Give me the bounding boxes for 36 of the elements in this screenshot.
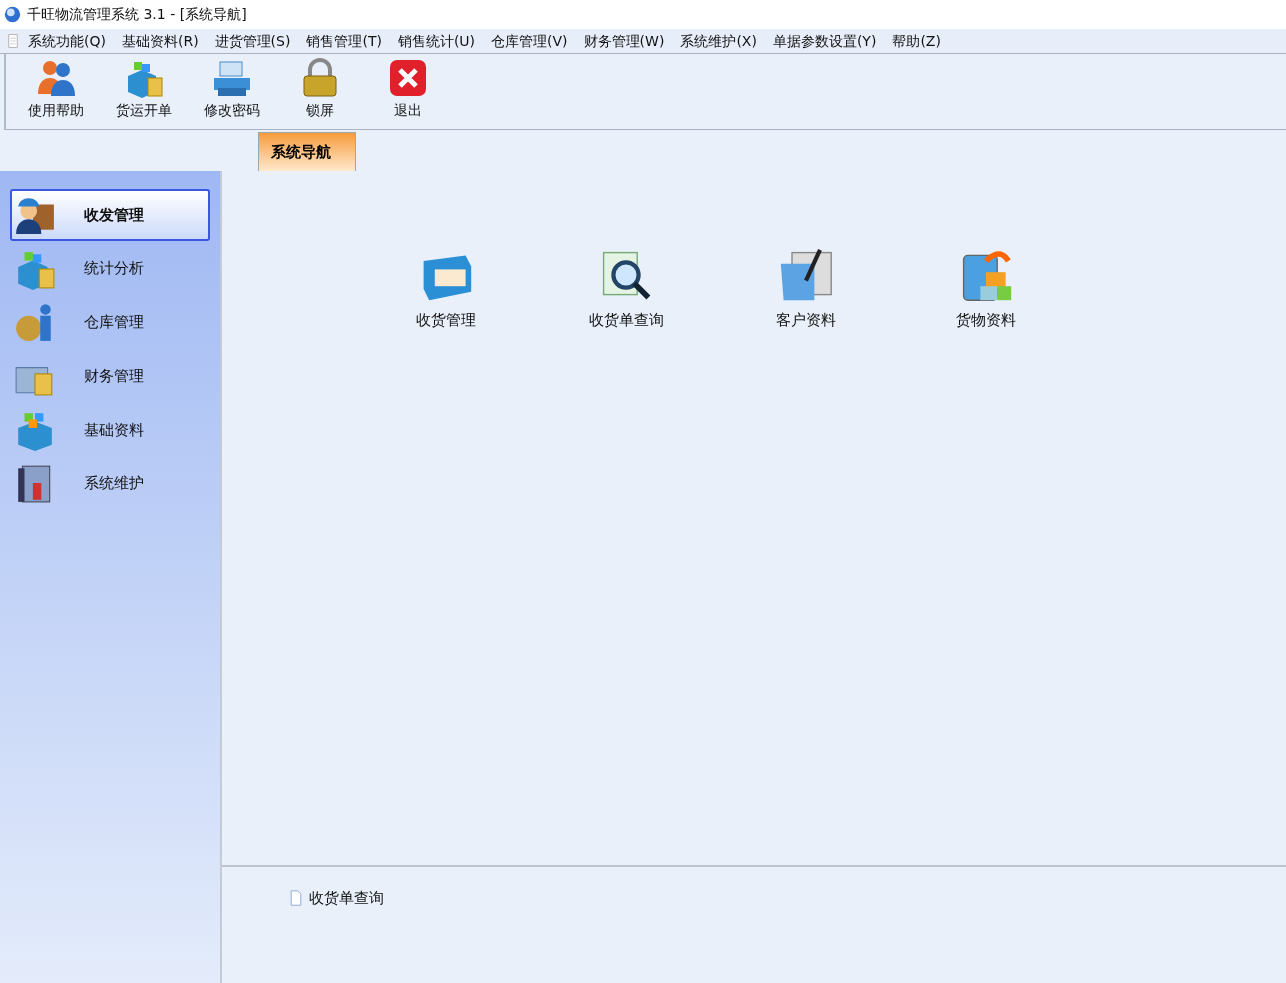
document-icon [288, 889, 304, 908]
toolbar-button[interactable]: 锁屏 [276, 58, 364, 121]
people-icon [36, 58, 76, 98]
menu-item[interactable]: 销售统计(U) [389, 30, 484, 52]
menu-item[interactable]: 系统功能(Q) [20, 30, 114, 52]
module-shortcut[interactable]: 客户资料 [716, 247, 896, 332]
sidebar-item[interactable]: 仓库管理 [10, 296, 210, 349]
menu-item[interactable]: 基础资料(R) [113, 30, 207, 52]
sidebar-item[interactable]: 系统维护 [10, 457, 210, 510]
close-icon [388, 58, 428, 98]
sidebar-item[interactable]: 收发管理 [10, 189, 210, 241]
app-logo-icon [4, 6, 21, 23]
menu-item[interactable]: 进货管理(S) [206, 30, 299, 52]
menu-item[interactable]: 销售管理(T) [298, 30, 390, 52]
notepad-pen-icon [778, 247, 834, 303]
toolbar-button[interactable]: 修改密码 [188, 58, 276, 121]
recent-link[interactable]: 收货单查询 [288, 887, 384, 910]
menu-item[interactable]: 帮助(Z) [884, 30, 949, 52]
padlock-icon [300, 58, 340, 98]
printer-icon [212, 58, 252, 98]
menu-item[interactable]: 仓库管理(V) [483, 30, 576, 52]
menu-item[interactable]: 财务管理(W) [575, 30, 673, 52]
toolbar-button[interactable]: 使用帮助 [12, 58, 100, 121]
toolbar-button[interactable]: 货运开单 [100, 58, 188, 121]
module-shortcut[interactable]: 收货管理 [356, 247, 536, 332]
menu-item[interactable]: 单据参数设置(Y) [764, 30, 885, 52]
sidebar-item[interactable]: 统计分析 [10, 242, 210, 295]
document-icon [6, 32, 20, 50]
toolbar-button[interactable]: 退出 [364, 58, 452, 121]
sidebar-item[interactable]: 基础资料 [10, 403, 210, 456]
tab[interactable]: 系统导航 [258, 132, 356, 171]
menu-item[interactable]: 系统维护(X) [672, 30, 765, 52]
window-title: 千旺物流管理系统 3.1 - [系统导航] [27, 5, 247, 24]
sidebar-item[interactable]: 财务管理 [10, 350, 210, 403]
module-shortcut[interactable]: 货物资料 [896, 247, 1076, 332]
module-shortcut[interactable]: 收货单查询 [536, 247, 716, 332]
